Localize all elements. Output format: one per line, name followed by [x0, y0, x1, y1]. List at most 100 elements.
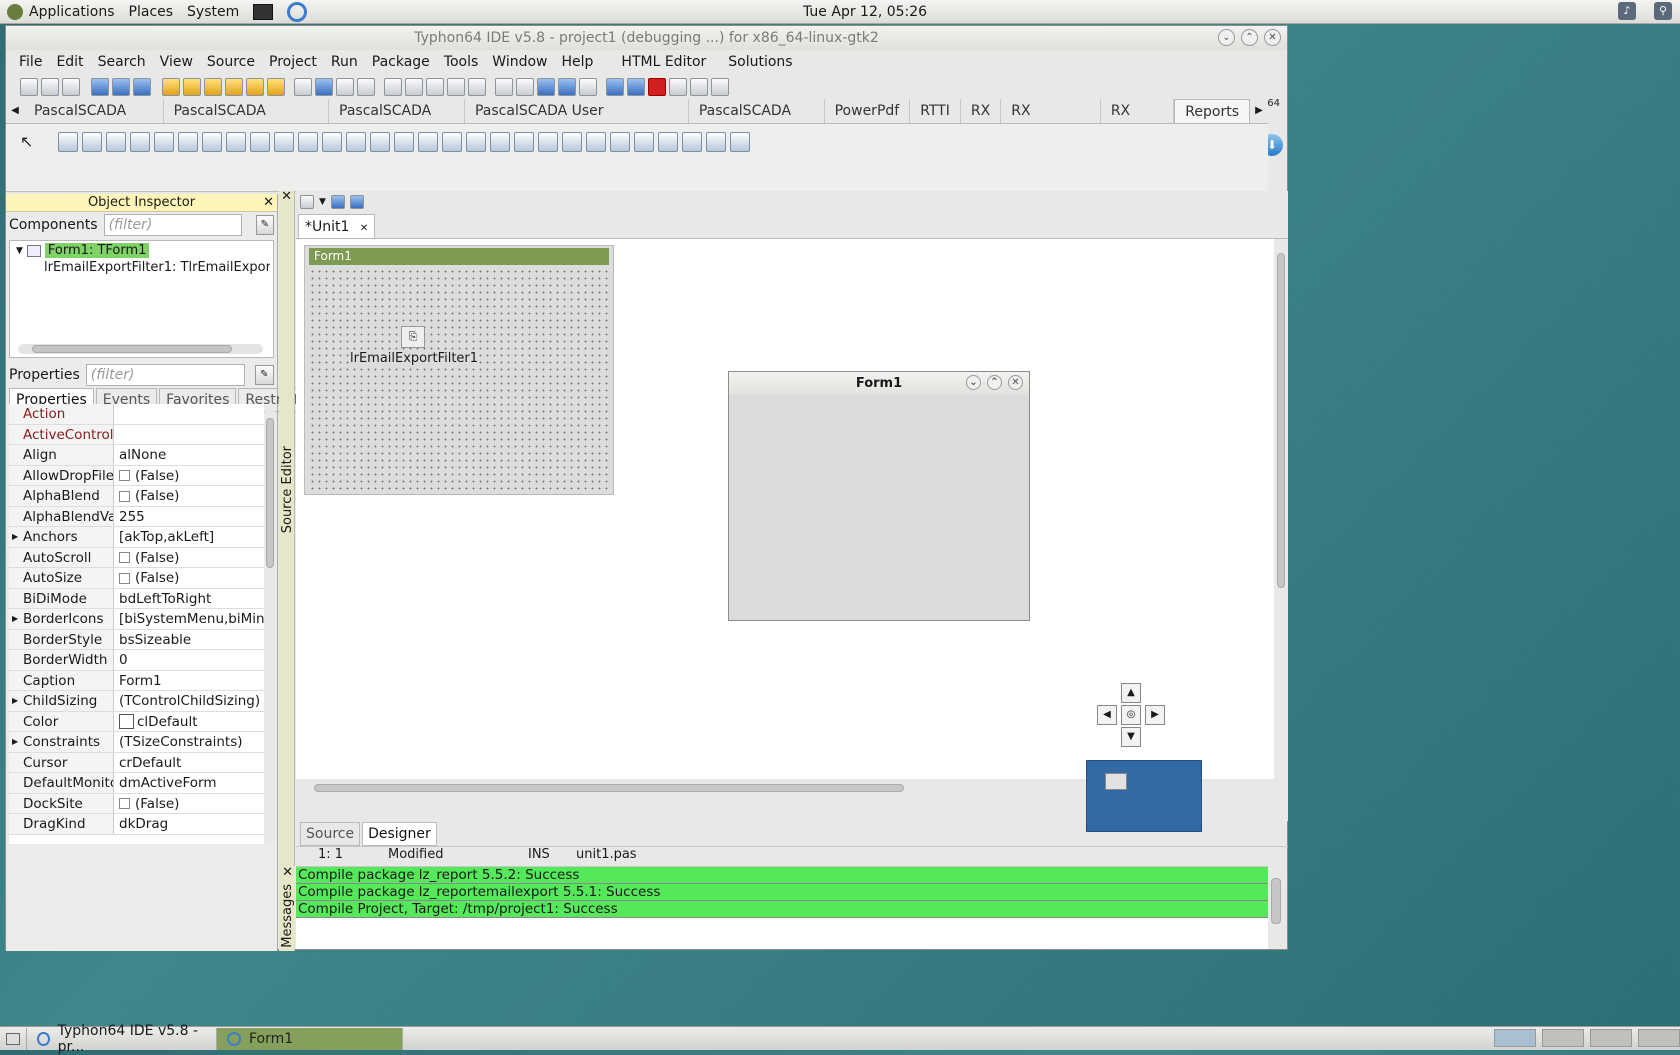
checkbox[interactable] [119, 572, 130, 584]
volume-icon[interactable]: ♪ [1618, 2, 1636, 20]
close-file-icon[interactable] [336, 78, 354, 96]
taskbar-item-form1[interactable]: Form1 [217, 1027, 403, 1050]
menu-window[interactable]: Window [485, 54, 554, 70]
property-row[interactable]: BiDiMode bdLeftToRight [9, 588, 264, 609]
close-button[interactable]: ✕ [1264, 29, 1281, 46]
email-export-component-icon[interactable]: ⎘ [401, 326, 425, 348]
palette-tab[interactable]: RX DBAware [1001, 99, 1101, 143]
pause-icon[interactable] [627, 78, 645, 96]
property-value[interactable]: crDefault [114, 753, 264, 773]
workspace-2[interactable] [1542, 1029, 1584, 1047]
palette-tab[interactable]: RX Tools [1101, 99, 1175, 143]
open-icon[interactable] [162, 78, 180, 96]
save-all-icon[interactable] [315, 78, 333, 96]
quick-compile-icon[interactable] [558, 78, 576, 96]
tree-horizontal-scrollbar[interactable] [18, 344, 263, 354]
close-button[interactable]: ✕ [1008, 375, 1023, 390]
tree-node-email-export[interactable]: lrEmailExportFilter1: TlrEmailExportF [40, 260, 270, 275]
scrollbar-thumb[interactable] [1271, 878, 1281, 924]
report-component-icon[interactable] [82, 132, 102, 152]
report-component-icon[interactable] [202, 132, 222, 152]
report-component-icon[interactable] [370, 132, 390, 152]
messages-scrollbar[interactable] [1270, 866, 1282, 949]
palette-tab[interactable]: PascalSCADA Utils [689, 99, 825, 143]
property-row[interactable]: BorderStyle bsSizeable [9, 629, 264, 650]
property-value[interactable]: (False) [114, 466, 264, 486]
property-value[interactable]: [akTop,akLeft] [114, 527, 264, 547]
property-value[interactable]: (False) [114, 568, 264, 588]
property-grid-scrollbar[interactable] [265, 406, 275, 843]
maximize-button[interactable]: ⌃ [1241, 29, 1258, 46]
find-next-icon[interactable] [112, 78, 130, 96]
report-component-icon[interactable] [538, 132, 558, 152]
menu-search[interactable]: Search [91, 54, 153, 70]
checkbox[interactable] [119, 798, 130, 809]
search-tray-icon[interactable]: ⚲ [1654, 2, 1672, 20]
clear-filter-icon[interactable]: ✎ [255, 215, 274, 235]
report-component-icon[interactable] [346, 132, 366, 152]
palette-tab[interactable]: PascalSCADA Protocols [164, 99, 330, 143]
property-row[interactable]: BorderWidth 0 [9, 650, 264, 671]
palette-tab[interactable]: RTTI [910, 99, 961, 123]
report-component-icon[interactable] [466, 132, 486, 152]
color-swatch[interactable] [119, 714, 134, 729]
palette-tab[interactable]: PowerPdf [825, 99, 911, 123]
property-row[interactable]: AutoSize (False) [9, 568, 264, 589]
report-component-icon[interactable] [322, 132, 342, 152]
property-value[interactable]: (False) [114, 486, 264, 506]
menu-source[interactable]: Source [200, 54, 262, 70]
revert-icon[interactable] [267, 78, 285, 96]
window-titlebar[interactable]: Typhon64 IDE v5.8 - project1 (debugging … [6, 26, 1287, 50]
property-row[interactable]: ▶ Anchors [akTop,akLeft] [9, 527, 264, 548]
step-out-icon[interactable] [711, 78, 729, 96]
minimize-button[interactable]: ⌄ [966, 375, 981, 390]
report-component-icon[interactable] [226, 132, 246, 152]
report-component-icon[interactable] [586, 132, 606, 152]
menu-help[interactable]: Help [555, 54, 601, 70]
typhon-launcher-icon[interactable] [280, 0, 314, 24]
view-forms-icon[interactable] [447, 78, 465, 96]
open-file-icon[interactable] [246, 78, 264, 96]
step-into-icon[interactable] [669, 78, 687, 96]
toggle-form-unit-icon[interactable] [468, 78, 486, 96]
report-component-icon[interactable] [634, 132, 654, 152]
checkbox[interactable] [119, 490, 130, 502]
scrollbar-thumb[interactable] [1277, 253, 1285, 588]
scrollbar-thumb[interactable] [266, 418, 274, 568]
nav-left-icon[interactable]: ◀ [1097, 705, 1117, 725]
places-menu[interactable]: Places [122, 0, 181, 24]
report-component-icon[interactable] [154, 132, 174, 152]
home-icon[interactable] [300, 195, 314, 209]
palette-tab[interactable]: RX [961, 99, 1002, 123]
property-row[interactable]: ActiveControl [9, 424, 264, 445]
property-value[interactable] [114, 404, 264, 424]
collapse-icon[interactable]: ▼ [16, 246, 23, 256]
jump-forward-icon[interactable] [349, 195, 364, 209]
property-row[interactable]: Caption Form1 [9, 670, 264, 691]
property-row[interactable]: Action [9, 404, 264, 425]
property-row[interactable]: DefaultMonitor dmActiveForm [9, 773, 264, 794]
minimize-button[interactable]: ⌄ [1218, 29, 1235, 46]
property-value[interactable]: dmActiveForm [114, 773, 264, 793]
palette-scroll-right-icon[interactable]: ▶ [1250, 99, 1268, 123]
palette-tab[interactable]: PascalSCADA User Management [465, 99, 689, 143]
build-mode-icon[interactable] [495, 78, 513, 96]
property-value[interactable]: (TSizeConstraints) [114, 732, 264, 752]
property-row[interactable]: DragKind dkDrag [9, 814, 264, 835]
workspace-3[interactable] [1590, 1029, 1632, 1047]
scrollbar-thumb[interactable] [314, 784, 904, 792]
menu-tools[interactable]: Tools [437, 54, 486, 70]
property-value[interactable]: (TControlChildSizing) [114, 691, 264, 711]
property-value[interactable]: bsSizeable [114, 630, 264, 650]
terminal-launcher-icon[interactable] [246, 0, 280, 24]
compile-icon[interactable] [516, 78, 534, 96]
jump-back-icon[interactable] [330, 195, 345, 209]
menu-edit[interactable]: Edit [49, 54, 90, 70]
palette-tab[interactable]: PascalSCADA Ports [24, 99, 164, 143]
menu-view[interactable]: View [153, 54, 200, 70]
menu-html-editor[interactable]: HTML Editor [614, 54, 713, 70]
save-icon[interactable] [294, 78, 312, 96]
nav-up-icon[interactable]: ▲ [1121, 683, 1141, 703]
report-component-icon[interactable] [442, 132, 462, 152]
report-component-icon[interactable] [730, 132, 750, 152]
